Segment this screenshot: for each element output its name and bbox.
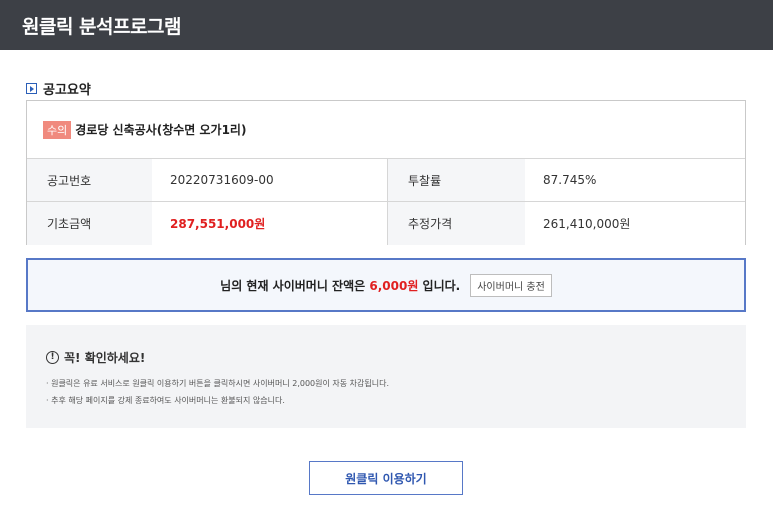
balance-amount: 6,000원 [369,278,419,293]
base-amount-label: 기초금액 [27,202,152,245]
base-amount-value: 287,551,000원 [152,202,387,245]
estimated-price-value: 261,410,000원 [525,202,745,245]
section-title: 공고요약 [43,82,91,98]
notice-box: ! 꼭! 확인하세요! · 원클릭은 유료 서비스로 원클릭 이용하기 버튼을 … [26,325,746,428]
cyber-money-balance-box: 님의 현재 사이버머니 잔액은 6,000원 입니다. 사이버머니 충전 [26,258,746,312]
use-oneclick-button[interactable]: 원클릭 이용하기 [309,461,463,495]
notice-name-row: 수의 경로당 신축공사(창수면 오가1리) [27,101,745,159]
play-square-icon [26,82,37,94]
bid-rate-value: 87.745% [525,159,745,201]
table-row: 공고번호 20220731609-00 투찰률 87.745% [27,159,745,202]
notice-line: · 추후 해당 페이지를 강제 종료하여도 사이버머니는 환불되지 않습니다. [46,396,285,405]
estimated-price-label: 추정가격 [387,202,525,245]
balance-suffix: 입니다. [422,278,461,293]
notice-title: 꼭! 확인하세요! [64,351,146,365]
contract-type-badge: 수의 [43,120,72,139]
section-header: 공고요약 [26,80,91,98]
app-title: 원클릭 분석프로그램 [22,16,181,38]
notice-name: 경로당 신축공사(창수면 오가1리) [75,123,247,137]
balance-prefix: 님의 현재 사이버머니 잔액은 [220,278,366,293]
notice-header: ! 꼭! 확인하세요! [46,349,746,366]
notice-line: · 원클릭은 유료 서비스로 원클릭 이용하기 버튼을 클릭하시면 사이버머니 … [46,379,389,388]
charge-cyber-money-button[interactable]: 사이버머니 충전 [470,273,552,297]
table-row: 기초금액 287,551,000원 추정가격 261,410,000원 [27,202,745,245]
notice-number-value: 20220731609-00 [152,159,387,201]
exclamation-circle-icon: ! [46,351,59,364]
notice-number-label: 공고번호 [27,159,152,201]
bid-rate-label: 투찰률 [387,159,525,201]
header-bar: 원클릭 분석프로그램 [0,0,773,50]
notice-summary-table: 수의 경로당 신축공사(창수면 오가1리) 공고번호 20220731609-0… [26,100,746,245]
